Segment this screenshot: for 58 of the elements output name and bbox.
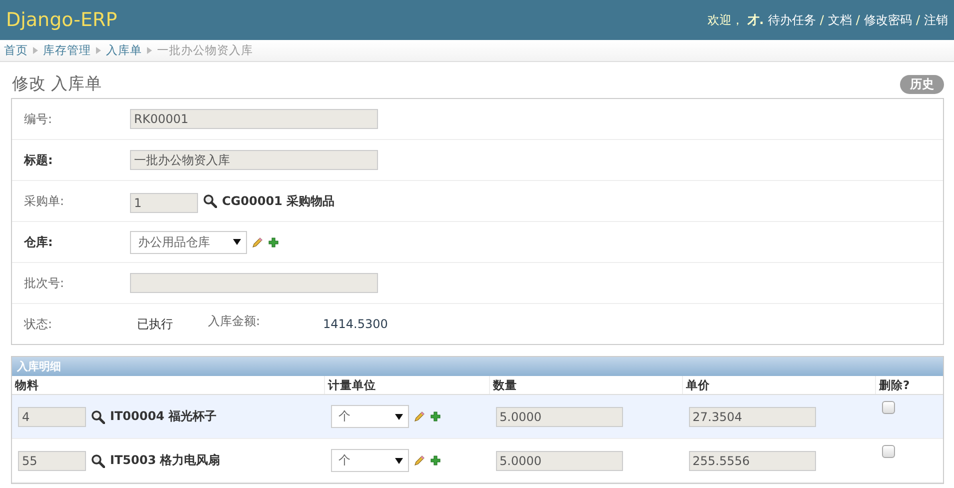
field-label: 标题: (24, 152, 54, 168)
header-link[interactable]: 文档 (828, 12, 852, 28)
breadcrumb-link[interactable]: 库存管理 (43, 43, 91, 58)
field-label: 状态: (24, 316, 54, 332)
select-field[interactable]: 个 (330, 449, 408, 472)
chevron-icon (147, 47, 152, 54)
section-header: 入库明细 (12, 357, 943, 376)
status-value: 已执行 (137, 316, 174, 332)
field-label: 编号: (24, 110, 54, 128)
quantity-field[interactable]: 5.0000 (496, 450, 622, 470)
breadcrumb-link[interactable]: 首页 (4, 43, 28, 58)
delete-checkbox[interactable] (882, 401, 894, 414)
page-title: 修改 入库单 (12, 73, 102, 95)
text-field[interactable] (130, 273, 378, 293)
price-field[interactable]: 27.3504 (688, 406, 816, 426)
pencil-icon[interactable] (414, 411, 424, 422)
text-field[interactable]: 一批办公物资入库 (130, 150, 378, 170)
separator: / (856, 13, 860, 27)
field-label: 仓库: (24, 234, 54, 250)
search-icon[interactable] (91, 454, 105, 468)
price-field[interactable]: 255.5556 (688, 450, 816, 470)
add-icon[interactable] (430, 411, 440, 422)
lookup-text: CG00001 采购物品 (222, 192, 335, 210)
pencil-icon[interactable] (414, 455, 424, 466)
chevron-icon (96, 47, 101, 54)
text-field[interactable]: RK00001 (130, 109, 378, 129)
select-field[interactable]: 个 (330, 405, 408, 428)
separator: / (916, 13, 920, 27)
delete-checkbox[interactable] (882, 445, 894, 458)
lookup-text: IT00004 福光杯子 (110, 408, 217, 425)
field-label: 采购单: (24, 192, 66, 210)
dropdown-arrow-icon (394, 414, 402, 420)
header-link[interactable]: 修改密码 (864, 12, 912, 28)
id-field[interactable]: 4 (18, 406, 86, 426)
id-field[interactable]: 1 (130, 193, 198, 213)
separator: / (820, 13, 824, 27)
user-name: 才. (747, 12, 764, 28)
pencil-icon[interactable] (252, 236, 263, 248)
field-label: 批次号: (24, 274, 66, 292)
amount-value: 1414.5300 (323, 317, 388, 331)
header-link[interactable]: 待办任务 (768, 12, 816, 28)
brand-title: Django-ERP (6, 9, 118, 31)
add-icon[interactable] (268, 236, 279, 248)
dropdown-arrow-icon (233, 239, 241, 245)
welcome-text: 欢迎， (707, 12, 744, 28)
header-link[interactable]: 注销 (924, 12, 948, 28)
dropdown-arrow-icon (394, 458, 402, 464)
field-label: 入库金额: (208, 312, 262, 330)
chevron-icon (33, 47, 38, 54)
add-icon[interactable] (430, 455, 440, 466)
search-icon[interactable] (203, 194, 217, 208)
breadcrumb-link[interactable]: 入库单 (106, 43, 142, 58)
select-field[interactable]: 办公用品仓库 (130, 230, 247, 254)
id-field[interactable]: 55 (18, 450, 86, 470)
search-icon[interactable] (91, 410, 105, 424)
lookup-text: IT5003 格力电风扇 (110, 452, 220, 469)
breadcrumb-current: 一批办公物资入库 (157, 43, 253, 58)
quantity-field[interactable]: 5.0000 (496, 406, 622, 426)
